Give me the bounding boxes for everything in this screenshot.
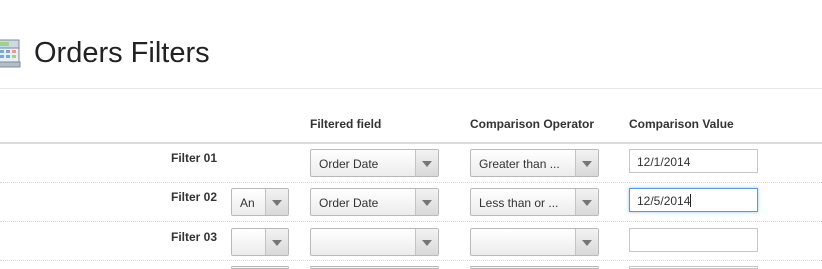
comparison-operator-dropdown[interactable]: Less than or ... (470, 188, 599, 216)
comparison-value-text: 12/5/2014 (637, 194, 692, 208)
dropdown-button[interactable] (575, 229, 598, 255)
chevron-down-icon (422, 200, 432, 206)
filtered-field-dropdown[interactable]: Order Date (310, 188, 439, 216)
chevron-down-icon (422, 161, 432, 167)
dropdown-button[interactable] (575, 150, 598, 176)
chevron-down-icon (582, 200, 592, 206)
dropdown-button[interactable] (265, 229, 288, 255)
comparison-value-text-content: 12/5/2014 (637, 194, 691, 208)
dropdown-button[interactable] (265, 189, 288, 215)
dropdown-button[interactable] (415, 189, 438, 215)
row-divider (0, 221, 822, 222)
filtered-field-dropdown[interactable] (310, 228, 439, 256)
title-divider (0, 88, 822, 89)
conjunction-dropdown[interactable]: An (231, 188, 289, 216)
filtered-field-value: Order Date (319, 196, 379, 210)
comparison-value-input[interactable] (629, 228, 758, 252)
row-divider (0, 260, 822, 261)
comparison-operator-value: Less than or ... (479, 196, 559, 210)
column-header-filtered-field: Filtered field (310, 117, 382, 131)
dropdown-button[interactable] (415, 150, 438, 176)
comparison-operator-dropdown[interactable]: Greater than ... (470, 149, 599, 177)
dropdown-button[interactable] (415, 229, 438, 255)
header-divider (0, 142, 822, 144)
page-title: Orders Filters (34, 37, 210, 69)
column-header-comparison-value: Comparison Value (629, 117, 734, 131)
chevron-down-icon (272, 200, 282, 206)
conjunction-dropdown[interactable] (231, 228, 289, 256)
filter-row-label: Filter 02 (171, 190, 218, 204)
comparison-operator-dropdown[interactable] (470, 228, 599, 256)
chevron-down-icon (582, 161, 592, 167)
column-header-comparison-operator: Comparison Operator (470, 117, 595, 131)
comparison-operator-value: Greater than ... (479, 157, 560, 171)
filtered-field-value: Order Date (319, 157, 379, 171)
conjunction-value: An (240, 196, 255, 210)
comparison-value-text: 12/1/2014 (637, 155, 691, 169)
comparison-value-input[interactable]: 12/1/2014 (629, 149, 758, 173)
dropdown-button[interactable] (575, 189, 598, 215)
chevron-down-icon (272, 240, 282, 246)
cash-register-icon (0, 38, 22, 70)
chevron-down-icon (582, 240, 592, 246)
chevron-down-icon (422, 240, 432, 246)
filter-row-label: Filter 03 (171, 230, 218, 244)
text-cursor (690, 194, 692, 207)
filtered-field-dropdown[interactable]: Order Date (310, 149, 439, 177)
filter-row-label: Filter 01 (171, 151, 218, 165)
row-divider (0, 182, 822, 183)
comparison-value-input[interactable]: 12/5/2014 (629, 188, 758, 212)
